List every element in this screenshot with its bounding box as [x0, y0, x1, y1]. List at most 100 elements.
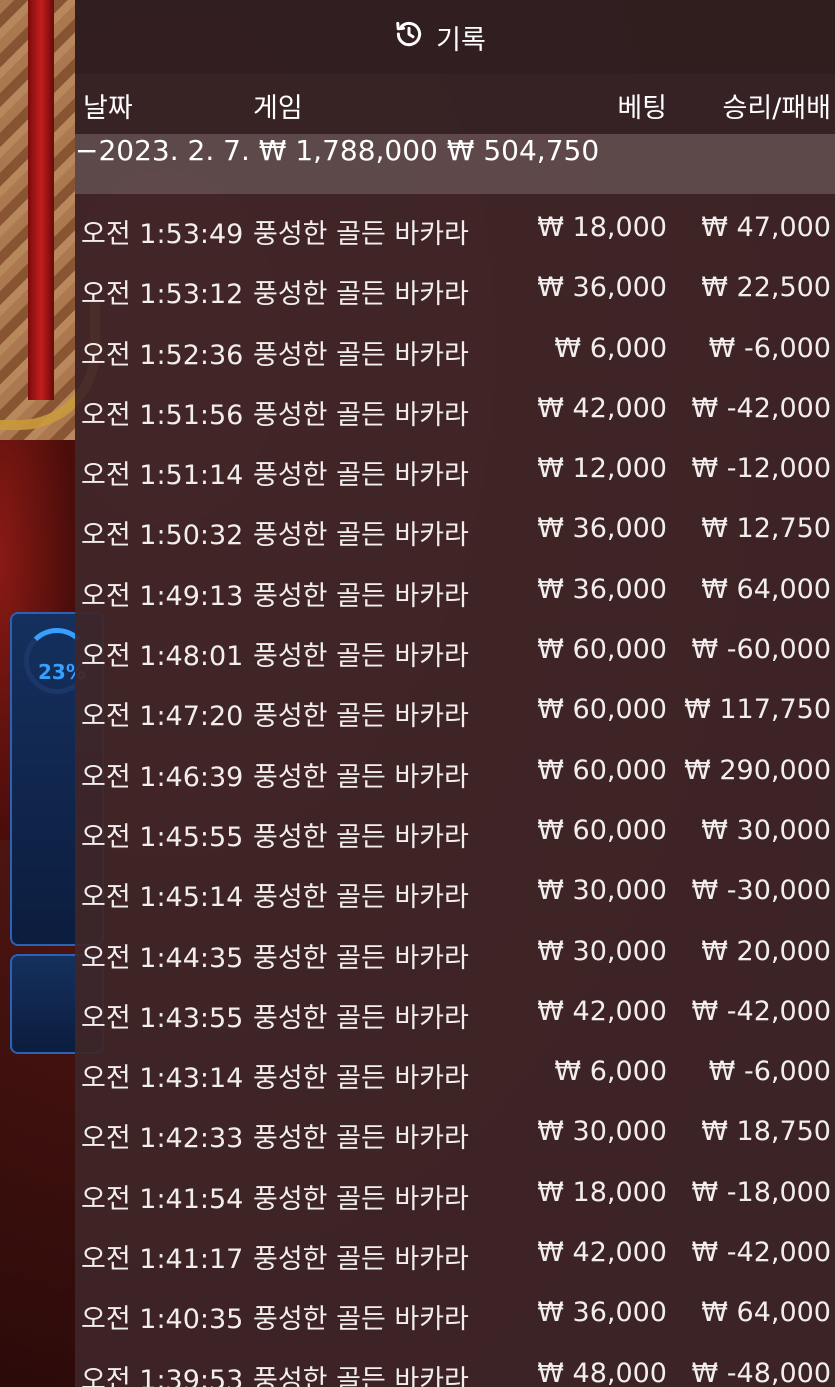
- row-game: 풍성한 골든 바카라: [253, 1304, 469, 1336]
- row-result: ₩ 30,000: [701, 814, 831, 846]
- row-result: ₩ 47,000: [701, 212, 831, 243]
- column-header-result: 승리/패배: [722, 93, 831, 124]
- row-bet: ₩ 36,000: [537, 272, 667, 304]
- row-result: ₩ 22,500: [701, 272, 831, 304]
- row-game: 풍성한 골든 바카라: [253, 520, 469, 552]
- row-game: 풍성한 골든 바카라: [253, 821, 469, 853]
- row-game: 풍성한 골든 바카라: [253, 1063, 469, 1095]
- day-summary-row[interactable]: −2023. 2. 7. ₩ 1,788,000 ₩ 504,750: [75, 134, 835, 194]
- row-game: 풍성한 골든 바카라: [253, 1244, 469, 1276]
- row-bet: ₩ 36,000: [537, 513, 667, 545]
- row-game: 풍성한 골든 바카라: [253, 339, 469, 371]
- row-bet: ₩ 42,000: [537, 1237, 667, 1269]
- row-bet: ₩ 60,000: [537, 694, 667, 726]
- history-row[interactable]: 오전 1:46:39 풍성한 골든 바카라 ₩ 60,000 ₩ 290,000: [75, 737, 835, 797]
- row-game: 풍성한 골든 바카라: [253, 641, 469, 673]
- row-time: 오전 1:45:14: [81, 882, 244, 914]
- history-row[interactable]: 오전 1:47:20 풍성한 골든 바카라 ₩ 60,000 ₩ 117,750: [75, 676, 835, 736]
- history-row[interactable]: 오전 1:51:14 풍성한 골든 바카라 ₩ 12,000 ₩ -12,000: [75, 435, 835, 495]
- row-time: 오전 1:49:13: [81, 580, 244, 612]
- row-bet: ₩ 42,000: [537, 995, 667, 1027]
- row-game: 풍성한 골든 바카라: [253, 701, 469, 733]
- row-time: 오전 1:52:36: [81, 339, 244, 371]
- row-bet: ₩ 42,000: [537, 392, 667, 424]
- history-row[interactable]: 오전 1:43:14 풍성한 골든 바카라 ₩ 6,000 ₩ -6,000: [75, 1038, 835, 1098]
- history-row[interactable]: 오전 1:41:54 풍성한 골든 바카라 ₩ 18,000 ₩ -18,000: [75, 1159, 835, 1219]
- row-game: 풍성한 골든 바카라: [253, 1123, 469, 1155]
- row-time: 오전 1:43:14: [81, 1063, 244, 1095]
- row-bet: ₩ 48,000: [537, 1357, 667, 1387]
- row-result: ₩ -30,000: [691, 875, 832, 907]
- day-summary-total-result: ₩ 504,750: [446, 134, 600, 167]
- history-row[interactable]: 오전 1:48:01 풍성한 골든 바카라 ₩ 60,000 ₩ -60,000: [75, 616, 835, 676]
- history-title-group: 기록: [394, 18, 486, 57]
- row-bet: ₩ 30,000: [537, 875, 667, 907]
- row-result: ₩ 64,000: [701, 573, 831, 605]
- history-row[interactable]: 오전 1:43:55 풍성한 골든 바카라 ₩ 42,000 ₩ -42,000: [75, 978, 835, 1038]
- history-row[interactable]: 오전 1:39:53 풍성한 골든 바카라 ₩ 48,000 ₩ -48,000: [75, 1340, 835, 1387]
- row-result: ₩ -42,000: [691, 392, 832, 424]
- row-result: ₩ -42,000: [691, 995, 832, 1027]
- history-icon: [394, 19, 424, 56]
- row-bet: ₩ 30,000: [537, 1116, 667, 1148]
- day-summary-date: −2023. 2. 7.: [75, 134, 250, 167]
- history-row[interactable]: 오전 1:52:36 풍성한 골든 바카라 ₩ 6,000 ₩ -6,000: [75, 315, 835, 375]
- row-result: ₩ -6,000: [708, 1056, 831, 1088]
- row-time: 오전 1:41:17: [81, 1244, 244, 1276]
- row-game: 풍성한 골든 바카라: [253, 460, 469, 492]
- history-row[interactable]: 오전 1:41:17 풍성한 골든 바카라 ₩ 42,000 ₩ -42,000: [75, 1219, 835, 1279]
- row-game: 풍성한 골든 바카라: [253, 1183, 469, 1215]
- row-bet: ₩ 60,000: [537, 754, 667, 786]
- row-game: 풍성한 골든 바카라: [253, 761, 469, 793]
- row-bet: ₩ 6,000: [554, 332, 667, 364]
- row-bet: ₩ 36,000: [537, 1297, 667, 1329]
- row-result: ₩ -6,000: [708, 332, 831, 364]
- history-row[interactable]: 오전 1:49:13 풍성한 골든 바카라 ₩ 36,000 ₩ 64,000: [75, 556, 835, 616]
- history-panel: 기록 날짜 게임 베팅 승리/패배 −2023. 2. 7. ₩ 1,788,0…: [75, 0, 835, 1387]
- history-row[interactable]: 오전 1:45:14 풍성한 골든 바카라 ₩ 30,000 ₩ -30,000: [75, 857, 835, 917]
- row-bet: ₩ 6,000: [554, 1056, 667, 1088]
- row-time: 오전 1:39:53: [81, 1364, 244, 1387]
- history-row[interactable]: 오전 1:42:33 풍성한 골든 바카라 ₩ 30,000 ₩ 18,750: [75, 1098, 835, 1158]
- app-screen: 23% 기록 날짜 게임 베팅 승리/패배 −2023. 2. 7. ₩ 1,7…: [0, 0, 835, 1387]
- row-bet: ₩ 60,000: [537, 814, 667, 846]
- row-bet: ₩ 12,000: [537, 453, 667, 485]
- row-bet: ₩ 60,000: [537, 634, 667, 666]
- row-game: 풍성한 골든 바카라: [253, 279, 469, 311]
- row-result: ₩ -60,000: [691, 634, 832, 666]
- row-bet: ₩ 18,000: [537, 1176, 667, 1208]
- row-bet: ₩ 36,000: [537, 573, 667, 605]
- history-row[interactable]: 오전 1:40:35 풍성한 골든 바카라 ₩ 36,000 ₩ 64,000: [75, 1279, 835, 1339]
- history-row[interactable]: 오전 1:53:49 풍성한 골든 바카라 ₩ 18,000 ₩ 47,000: [75, 194, 835, 254]
- row-result: ₩ 12,750: [701, 513, 831, 545]
- row-result: ₩ -18,000: [691, 1176, 832, 1208]
- row-time: 오전 1:50:32: [81, 520, 244, 552]
- history-row[interactable]: 오전 1:51:56 풍성한 골든 바카라 ₩ 42,000 ₩ -42,000: [75, 375, 835, 435]
- row-time: 오전 1:53:49: [81, 219, 244, 250]
- row-game: 풍성한 골든 바카라: [253, 1002, 469, 1034]
- row-game: 풍성한 골든 바카라: [253, 942, 469, 974]
- row-result: ₩ 64,000: [701, 1297, 831, 1329]
- row-result: ₩ 20,000: [701, 935, 831, 967]
- row-time: 오전 1:43:55: [81, 1002, 244, 1034]
- history-title: 기록: [436, 24, 486, 56]
- row-result: ₩ -12,000: [691, 453, 832, 485]
- history-row[interactable]: 오전 1:50:32 풍성한 골든 바카라 ₩ 36,000 ₩ 12,750: [75, 495, 835, 555]
- row-game: 풍성한 골든 바카라: [253, 882, 469, 914]
- row-game: 풍성한 골든 바카라: [253, 219, 469, 250]
- row-time: 오전 1:44:35: [81, 942, 244, 974]
- row-result: ₩ 290,000: [684, 754, 831, 786]
- history-row[interactable]: 오전 1:44:35 풍성한 골든 바카라 ₩ 30,000 ₩ 20,000: [75, 918, 835, 978]
- row-time: 오전 1:48:01: [81, 641, 244, 673]
- row-time: 오전 1:41:54: [81, 1183, 244, 1215]
- column-header-date: 날짜: [83, 93, 133, 124]
- history-header: 기록: [75, 0, 835, 74]
- history-row[interactable]: 오전 1:53:12 풍성한 골든 바카라 ₩ 36,000 ₩ 22,500: [75, 254, 835, 314]
- row-time: 오전 1:42:33: [81, 1123, 244, 1155]
- column-header-bet: 베팅: [617, 93, 667, 124]
- row-time: 오전 1:51:56: [81, 399, 244, 431]
- row-result: ₩ -42,000: [691, 1237, 832, 1269]
- history-row[interactable]: 오전 1:45:55 풍성한 골든 바카라 ₩ 60,000 ₩ 30,000: [75, 797, 835, 857]
- row-game: 풍성한 골든 바카라: [253, 399, 469, 431]
- row-time: 오전 1:47:20: [81, 701, 244, 733]
